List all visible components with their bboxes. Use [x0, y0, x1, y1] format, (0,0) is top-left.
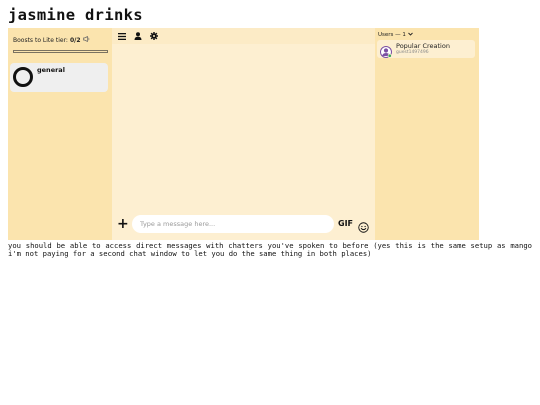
avatar [380, 43, 392, 58]
channels-panel: Boosts to Lite tier: 0/2 general [8, 28, 112, 240]
users-panel: Users — 1 Popular Creation guest1497496 [375, 28, 479, 240]
boost-count: 0/2 [69, 36, 81, 44]
gif-button[interactable]: GIF [338, 219, 353, 229]
boost-label: Boosts to Lite tier: [13, 36, 68, 44]
chat-area: + GIF [112, 28, 375, 240]
chat-app: Boosts to Lite tier: 0/2 general + Type … [8, 28, 479, 240]
smiley-icon[interactable] [358, 218, 369, 233]
user-icon[interactable] [133, 31, 143, 41]
plus-icon[interactable]: + [117, 217, 129, 231]
message-input[interactable] [132, 215, 334, 233]
megaphone-icon[interactable] [82, 35, 90, 44]
online-status-icon [387, 53, 392, 58]
user-name: Popular Creation [396, 42, 450, 50]
user-list-item[interactable]: Popular Creation guest1497496 [377, 40, 475, 58]
boost-progress-bar [13, 50, 108, 53]
channel-item-general[interactable]: general [10, 63, 108, 92]
user-handle: guest1497496 [396, 50, 429, 55]
users-header[interactable]: Users — 1 [378, 32, 413, 38]
chevron-down-icon [408, 32, 413, 38]
menu-icon[interactable] [117, 31, 127, 41]
gear-icon[interactable] [149, 31, 159, 41]
page-title: jasmine drinks [8, 6, 143, 24]
message-composer: + GIF [112, 210, 375, 240]
chat-toolbar [112, 28, 375, 44]
channel-name: general [37, 66, 65, 74]
page-notes: you should be able to access direct mess… [8, 241, 532, 259]
boost-status: Boosts to Lite tier: 0/2 [13, 35, 90, 44]
ring-icon [13, 67, 33, 87]
users-count: Users — 1 [378, 32, 406, 38]
